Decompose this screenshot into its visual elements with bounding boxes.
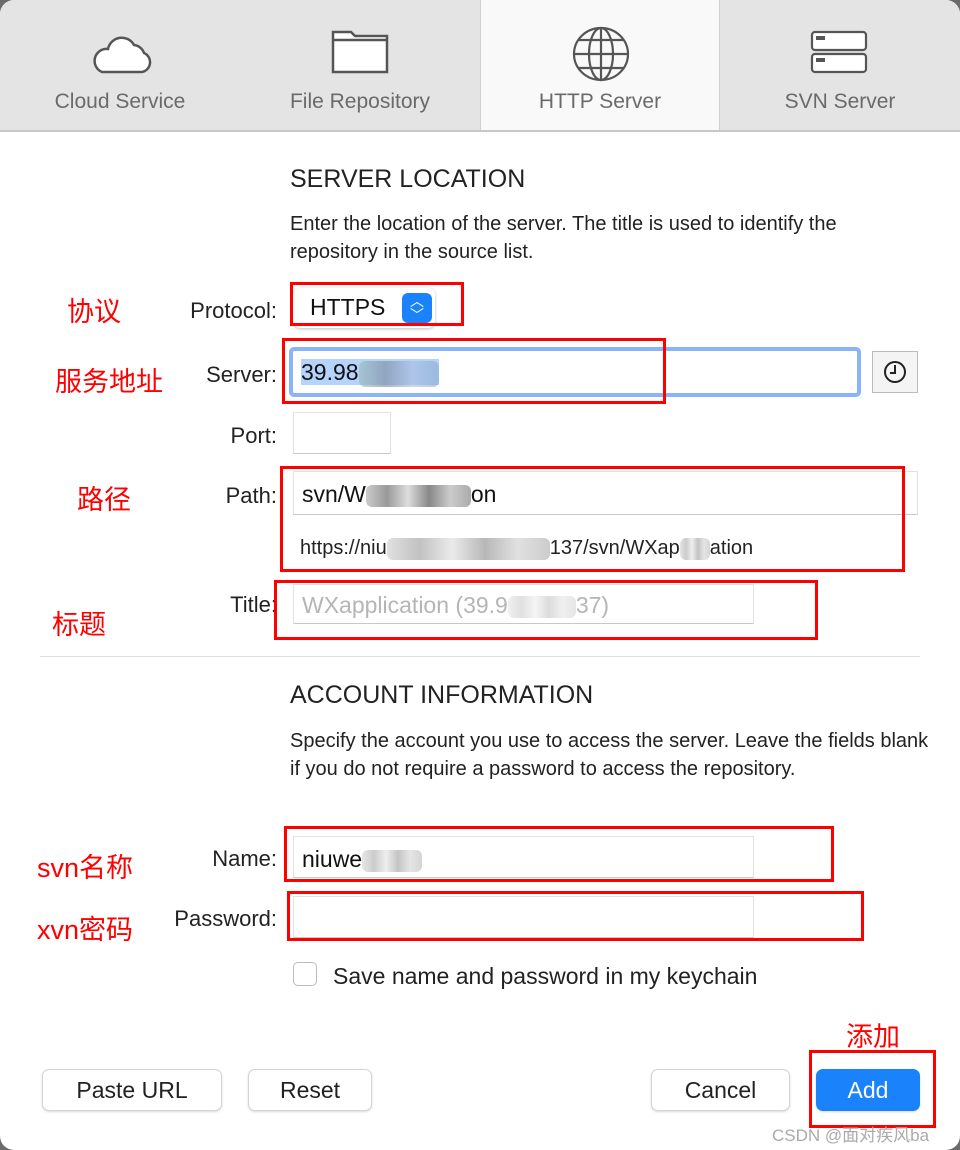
watermark: CSDN @面对疾风ba bbox=[772, 1126, 930, 1145]
history-button[interactable] bbox=[872, 351, 918, 393]
tab-bar: Cloud Service File Repository HTTP Serve… bbox=[0, 0, 960, 132]
annotation-name: svn名称 bbox=[37, 853, 134, 883]
annotation-box-server bbox=[282, 338, 666, 404]
annotation-box-title bbox=[274, 580, 818, 640]
protocol-label: Protocol: bbox=[190, 298, 277, 323]
section-divider bbox=[40, 656, 920, 657]
keychain-label: Save name and password in my keychain bbox=[333, 963, 758, 989]
port-label: Port: bbox=[230, 423, 277, 448]
annotation-path: 路径 bbox=[77, 485, 131, 515]
reset-button[interactable]: Reset bbox=[248, 1069, 372, 1111]
clock-icon bbox=[884, 361, 906, 383]
annotation-box-protocol bbox=[290, 282, 464, 326]
annotation-box-name bbox=[284, 826, 834, 882]
account-heading: ACCOUNT INFORMATION bbox=[290, 681, 594, 709]
annotation-box-password bbox=[287, 891, 864, 941]
add-repository-dialog: Cloud Service File Repository HTTP Serve… bbox=[0, 0, 960, 1150]
server-location-description: Enter the location of the server. The ti… bbox=[290, 213, 837, 263]
annotation-protocol: 协议 bbox=[67, 297, 121, 327]
tab-cloud-service[interactable]: Cloud Service bbox=[0, 0, 240, 130]
globe-icon bbox=[572, 26, 630, 82]
folder-icon bbox=[331, 30, 389, 74]
server-location-heading: SERVER LOCATION bbox=[290, 165, 526, 193]
keychain-checkbox[interactable] bbox=[293, 962, 317, 986]
tab-file-repository[interactable]: File Repository bbox=[240, 0, 480, 130]
annotation-add: 添加 bbox=[846, 1022, 900, 1052]
server-icon bbox=[810, 30, 868, 74]
title-label: Title: bbox=[230, 592, 277, 617]
tab-http-server[interactable]: HTTP Server bbox=[480, 0, 720, 130]
annotation-server: 服务地址 bbox=[55, 367, 163, 397]
paste-url-button[interactable]: Paste URL bbox=[42, 1069, 222, 1111]
annotation-box-path bbox=[280, 466, 905, 572]
cancel-button[interactable]: Cancel bbox=[651, 1069, 790, 1111]
annotation-title: 标题 bbox=[52, 610, 106, 640]
annotation-password: xvn密码 bbox=[37, 915, 134, 945]
cloud-icon bbox=[93, 36, 152, 74]
tab-svn-server[interactable]: SVN Server bbox=[720, 0, 960, 130]
account-description: Specify the account you use to access th… bbox=[290, 730, 929, 780]
annotation-box-add bbox=[809, 1050, 936, 1128]
port-input[interactable] bbox=[293, 412, 391, 454]
